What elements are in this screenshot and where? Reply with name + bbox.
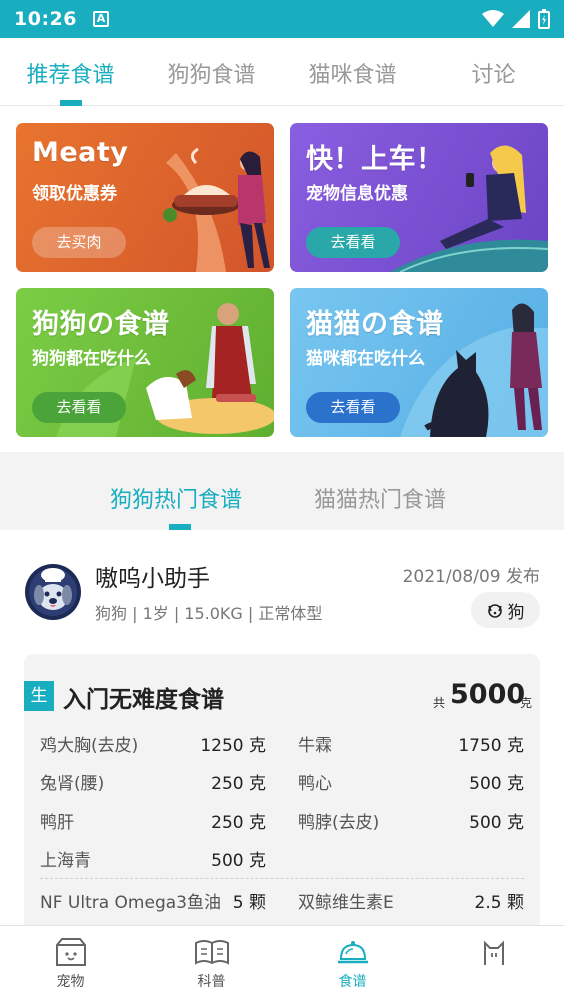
supplement-name: NF Ultra Omega3鱼油 [40, 893, 221, 913]
banner-subtitle: 领取优惠券 [32, 184, 117, 204]
nav-pet[interactable]: 宠物 [0, 926, 141, 1004]
ingredient-amount: 250 克 [211, 813, 266, 833]
author-name[interactable]: 嗷呜小助手 [95, 559, 210, 593]
ingredient-name: 鸡大胸(去皮) [40, 736, 139, 756]
ingredient-amount: 500 克 [469, 774, 524, 794]
go-buy-meat-button[interactable]: 去买肉 [32, 227, 126, 258]
avatar[interactable] [24, 563, 82, 621]
banner-title: 快！上车！ [306, 144, 444, 175]
top-tab-bar: 推荐食谱 狗狗食谱 猫咪食谱 讨论 [0, 38, 564, 106]
ingredient-name: 鸭心 [298, 774, 332, 794]
tab-cat-hot-recipes[interactable]: 猫猫热门食谱 [314, 482, 446, 514]
hot-recipes-tab-band [0, 452, 564, 530]
go-see-button[interactable]: 去看看 [306, 227, 400, 258]
publish-date: 2021/08/09 发布 [402, 567, 540, 587]
tab-cat-recipes[interactable]: 猫咪食谱 [282, 38, 423, 105]
app-notification-icon: A [92, 11, 109, 27]
promo-banner-grid: Meaty 领取优惠券 去买肉 快！上车！ 宠物信息优惠 去看看 狗狗の食谱 狗… [16, 123, 549, 437]
recipe-title: 入门无难度食谱 [63, 687, 224, 713]
ingredient-amount: 250 克 [211, 774, 266, 794]
battery-icon [538, 9, 550, 29]
ingredient-name: 上海青 [40, 851, 91, 871]
ingredient-name: 鸭脖(去皮) [298, 813, 380, 833]
banner-title: 狗狗の食谱 [32, 309, 170, 340]
total-weight: 5000 [450, 679, 526, 710]
total-unit: 克 [520, 696, 533, 710]
status-time: 10:26 [14, 8, 77, 30]
banner-title: Meaty [32, 137, 129, 168]
supplement-amount: 5 颗 [232, 893, 266, 913]
signal-icon [512, 10, 530, 28]
tab-label: 讨论 [471, 63, 516, 88]
raw-badge: 生 [24, 681, 54, 711]
banner-subtitle: 宠物信息优惠 [306, 184, 408, 204]
ingredient-amount: 1750 克 [458, 736, 524, 756]
go-see-button[interactable]: 去看看 [306, 392, 400, 423]
dog-face-icon [487, 604, 502, 618]
ingredient-name: 鸭肝 [40, 813, 74, 833]
tab-label: 狗狗食谱 [167, 63, 256, 88]
tab-label: 推荐食谱 [26, 63, 115, 88]
tab-discussion[interactable]: 讨论 [423, 38, 564, 105]
ingredient-name: 兔肾(腰) [40, 774, 105, 794]
status-indicators [482, 9, 550, 29]
pet-chip-label: 狗 [507, 602, 525, 623]
cloche-icon [337, 941, 368, 964]
active-tab-indicator [169, 524, 191, 530]
ingredient-amount: 500 克 [469, 813, 524, 833]
nav-recipes[interactable]: 食谱 [282, 926, 423, 1004]
nav-label: 科普 [197, 974, 226, 990]
wifi-icon [482, 10, 504, 27]
tab-recommended-recipes[interactable]: 推荐食谱 [0, 38, 141, 106]
nav-label: 宠物 [56, 974, 85, 990]
ingredient-amount: 500 克 [211, 851, 266, 871]
nav-science[interactable]: 科普 [141, 926, 282, 1004]
supplement-name: 双鲸维生素E [298, 893, 394, 913]
supplement-amount: 2.5 颗 [474, 893, 524, 913]
go-see-button[interactable]: 去看看 [32, 392, 126, 423]
banner-subtitle: 猫咪都在吃什么 [306, 349, 425, 369]
tab-label: 猫咪食谱 [308, 63, 397, 88]
pet-type-chip[interactable]: 狗 [471, 592, 540, 628]
nav-label: 食谱 [338, 974, 367, 990]
tab-dog-hot-recipes[interactable]: 狗狗热门食谱 [110, 482, 242, 514]
total-prefix: 共 [433, 696, 446, 710]
banner-get-on[interactable]: 快！上车！ 宠物信息优惠 去看看 [290, 123, 548, 272]
ingredient-name: 牛霖 [298, 736, 332, 756]
bottom-navigation: 宠物 科普 食谱 [0, 925, 564, 1004]
book-icon [194, 940, 229, 965]
banner-subtitle: 狗狗都在吃什么 [32, 349, 151, 369]
banner-cat-recipes[interactable]: 猫猫の食谱 猫咪都在吃什么 去看看 [290, 288, 548, 437]
tab-dog-recipes[interactable]: 狗狗食谱 [141, 38, 282, 105]
banner-title: 猫猫の食谱 [306, 309, 444, 340]
status-bar: 10:26 A [0, 0, 564, 38]
active-tab-indicator [59, 100, 82, 106]
banner-dog-recipes[interactable]: 狗狗の食谱 狗狗都在吃什么 去看看 [16, 288, 274, 437]
pet-box-icon [55, 938, 86, 966]
divider [40, 878, 524, 879]
cat-icon [483, 940, 504, 965]
banner-meaty[interactable]: Meaty 领取优惠券 去买肉 [16, 123, 274, 272]
ingredient-amount: 1250 克 [200, 736, 266, 756]
pet-info: 狗狗 | 1岁 | 15.0KG | 正常体型 [95, 604, 323, 623]
nav-cat[interactable] [423, 926, 564, 1004]
